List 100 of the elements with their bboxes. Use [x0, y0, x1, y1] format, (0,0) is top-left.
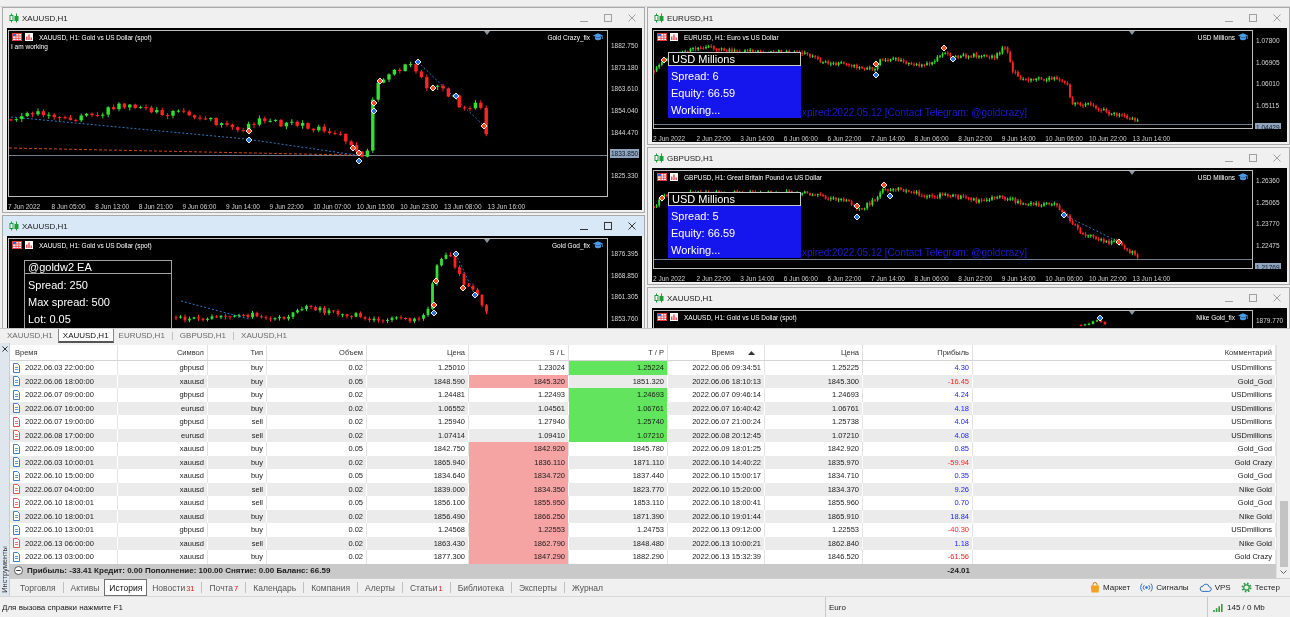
chart-tab[interactable]: XAUUSD,H1: [236, 329, 292, 343]
total-profit: -24.01: [946, 565, 971, 577]
panel-line: Equity: 66.59: [671, 86, 737, 101]
chart-tab[interactable]: XAUUSD,H1: [2, 329, 58, 343]
triangle-marker-icon[interactable]: [484, 239, 491, 243]
cloud-icon: [1198, 583, 1212, 592]
graduation-cap-icon[interactable]: [593, 33, 603, 41]
maximize-icon: [1249, 294, 1257, 302]
panel-tab[interactable]: Торговля: [15, 579, 61, 596]
profile-name: Euro: [829, 602, 846, 612]
diamond-marker-icon: [872, 71, 880, 79]
scrollbar-thumb[interactable]: [1279, 501, 1288, 567]
triangle-marker-icon[interactable]: [1129, 311, 1136, 315]
bar-chart-icon[interactable]: [670, 313, 678, 321]
panel-tab[interactable]: Компания: [306, 579, 356, 596]
scrollbar[interactable]: [1276, 345, 1290, 578]
close-icon: [628, 14, 636, 22]
vps-button[interactable]: VPS: [1194, 583, 1235, 592]
grid-icon[interactable]: [657, 173, 667, 181]
triangle-marker-icon[interactable]: [1129, 31, 1136, 35]
diamond-marker-icon: [1060, 211, 1068, 219]
triangle-marker-icon[interactable]: [484, 31, 491, 35]
panel-line: Working...: [671, 103, 722, 118]
bar-chart-icon[interactable]: [670, 33, 678, 41]
maximize-icon: [604, 222, 612, 230]
panel-tab[interactable]: История: [104, 579, 148, 596]
close-icon: [1273, 294, 1281, 302]
window-title: GBPUSD,H1: [667, 153, 714, 163]
chart-tab[interactable]: XAUUSD,H1: [57, 329, 114, 343]
diamond-marker-icon: [471, 291, 479, 299]
panel-tab[interactable]: Эксперты: [513, 579, 562, 596]
grid-icon[interactable]: [657, 313, 667, 321]
maximize-icon: [1249, 154, 1257, 162]
minimize-icon: [580, 229, 588, 230]
panel-tab[interactable]: Календарь: [248, 579, 302, 596]
panel-line: Lot: 0.05: [28, 312, 72, 327]
chart-tab[interactable]: EURUSD,H1: [113, 329, 170, 343]
shopping-bag-icon: [1090, 582, 1101, 593]
trade-line: [180, 300, 250, 320]
bar-chart-icon[interactable]: [25, 241, 33, 249]
diamond-marker-icon: [1096, 314, 1104, 322]
graduation-cap-icon[interactable]: [1238, 173, 1248, 181]
window-title-bar[interactable]: XAUUSD,H1: [3, 216, 644, 236]
panel-tab[interactable]: Алерты: [360, 579, 400, 596]
grid-icon[interactable]: [657, 33, 667, 41]
panel-line: Equity: 66.59: [671, 226, 737, 241]
minimize-icon: [580, 21, 588, 22]
candlestick-icon: [654, 293, 664, 303]
tester-button[interactable]: Тестер: [1236, 582, 1284, 593]
window-title: EURUSD,H1: [667, 13, 714, 23]
candlestick-icon: [9, 221, 19, 231]
candlestick-icon: [654, 153, 664, 163]
diamond-marker-icon: [872, 60, 880, 68]
expiry-notice: xpired:2022.05.12 [Contact Telegram: @goldcrazy]: [802, 247, 1028, 259]
graduation-cap-icon[interactable]: [593, 241, 603, 249]
diamond-marker-icon: [658, 194, 666, 202]
grid-icon[interactable]: [12, 33, 22, 41]
traffic-text: 145 / 0 Mb: [1227, 602, 1265, 612]
panel-title: USD Millions: [668, 192, 801, 206]
panel-title: @goldw2 EA: [24, 260, 172, 274]
window-title: XAUUSD,H1: [667, 293, 713, 303]
panel-line: Spread: 6: [671, 69, 720, 84]
maximize-icon: [604, 14, 612, 22]
minimize-icon: [1225, 21, 1233, 22]
window-title: XAUUSD,H1: [22, 221, 68, 231]
window-title: XAUUSD,H1: [22, 13, 68, 23]
close-icon[interactable]: [1, 346, 8, 352]
diamond-marker-icon: [853, 202, 861, 210]
diamond-marker-icon: [452, 92, 460, 100]
diamond-marker-icon: [660, 56, 668, 64]
panel-tab[interactable]: Библиотека: [452, 579, 509, 596]
minimize-icon: [1225, 161, 1233, 162]
collapse-icon[interactable]: [14, 566, 23, 575]
diamond-marker-icon: [376, 77, 384, 85]
scroll-down-icon[interactable]: [1280, 570, 1287, 574]
close-icon: [1273, 154, 1281, 162]
diamond-marker-icon: [432, 277, 440, 285]
panel-line: Spread: 5: [671, 209, 720, 224]
signals-button[interactable]: Сигналы: [1136, 583, 1193, 592]
panel-line: Working...: [671, 243, 722, 258]
bar-chart-icon[interactable]: [670, 173, 678, 181]
graduation-cap-icon[interactable]: [1238, 313, 1248, 321]
graduation-cap-icon[interactable]: [1238, 33, 1248, 41]
diamond-marker-icon: [459, 284, 467, 292]
account-summary: Прибыль: -33.41 Кредит: 0.00 Пополнение: 100.00 Снятие: 0.00 Баланс: 66.59: [27, 566, 331, 575]
candlestick-icon: [9, 13, 19, 23]
grid-icon[interactable]: [12, 241, 22, 249]
bar-chart-icon[interactable]: [25, 33, 33, 41]
panel-line: Spread: 250: [28, 278, 89, 293]
diamond-marker-icon: [429, 84, 437, 92]
signal-bars-icon[interactable]: [1213, 602, 1223, 612]
triangle-marker-icon[interactable]: [1129, 171, 1136, 175]
sort-arrow-icon: [748, 350, 755, 355]
market-button[interactable]: Маркет: [1086, 582, 1135, 593]
chart-tab[interactable]: GBPUSD,H1: [174, 329, 232, 343]
panel-tab[interactable]: Журнал: [566, 579, 608, 596]
panel-tab[interactable]: Активы: [65, 579, 105, 596]
diamond-marker-icon: [414, 58, 422, 66]
gear-icon: [1240, 582, 1252, 593]
broadcast-icon: [1140, 583, 1154, 592]
